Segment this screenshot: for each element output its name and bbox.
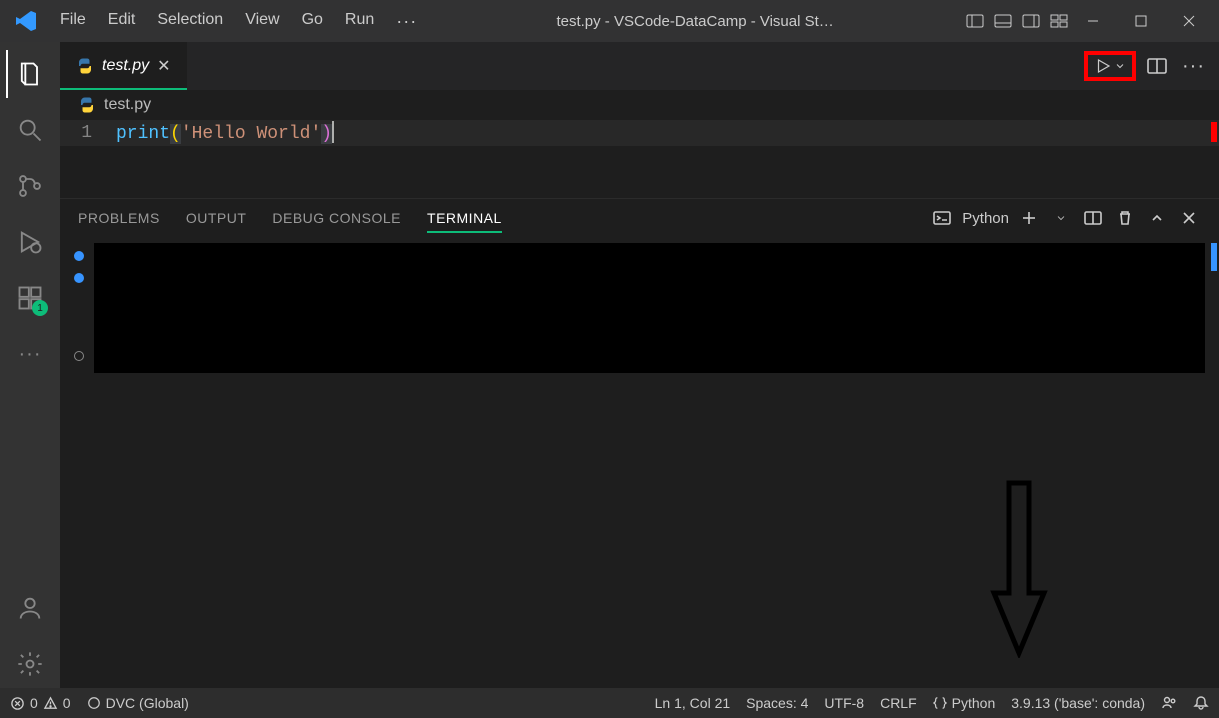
terminal-body[interactable]: [60, 237, 1219, 688]
editor-more-actions[interactable]: ···: [1178, 55, 1209, 78]
minimap-highlight: [1211, 122, 1217, 142]
panel-tab-output[interactable]: OUTPUT: [186, 204, 247, 232]
close-tab-icon[interactable]: ✕: [157, 56, 170, 76]
menu-run[interactable]: Run: [335, 5, 384, 38]
window-title: test.py - VSCode-DataCamp - Visual St…: [427, 13, 963, 30]
status-cursor-position[interactable]: Ln 1, Col 21: [655, 695, 731, 711]
task-dot-icon: [74, 251, 84, 261]
run-file-button[interactable]: [1084, 51, 1136, 81]
close-window-button[interactable]: [1167, 6, 1211, 36]
terminal-profile-icon[interactable]: [930, 206, 954, 230]
editor-group: test.py ✕ ··· test.py 1 print('Hello Wor…: [60, 42, 1219, 688]
tab-label: test.py: [102, 57, 149, 75]
braces-icon: [933, 696, 947, 710]
titlebar: File Edit Selection View Go Run ··· test…: [0, 0, 1219, 42]
play-icon: [1094, 57, 1112, 75]
menu-edit[interactable]: Edit: [98, 5, 146, 38]
split-editor-icon[interactable]: [1142, 51, 1172, 81]
task-dot-hollow-icon: [74, 351, 84, 361]
menu-file[interactable]: File: [50, 5, 96, 38]
layout-controls: [963, 9, 1071, 33]
code-content[interactable]: print('Hello World'): [116, 122, 334, 144]
line-number: 1: [60, 123, 116, 143]
task-dot-icon: [74, 273, 84, 283]
settings-gear-icon[interactable]: [6, 640, 54, 688]
status-feedback-icon[interactable]: [1161, 695, 1177, 711]
status-encoding[interactable]: UTF-8: [824, 695, 864, 711]
activity-search[interactable]: [6, 106, 54, 154]
new-terminal-button[interactable]: [1017, 206, 1041, 230]
menu-view[interactable]: View: [235, 5, 289, 38]
menu-selection[interactable]: Selection: [147, 5, 233, 38]
activity-bar: 1 ···: [0, 42, 60, 688]
annotation-arrow-icon: [989, 478, 1049, 658]
chevron-down-icon: [1114, 60, 1126, 72]
close-panel-icon[interactable]: [1177, 206, 1201, 230]
maximize-panel-icon[interactable]: [1145, 206, 1169, 230]
menu-go[interactable]: Go: [292, 5, 333, 38]
status-errors[interactable]: 0 0: [10, 695, 71, 711]
cursor: [332, 121, 334, 143]
layout-grid-icon[interactable]: [1047, 9, 1071, 33]
status-eol[interactable]: CRLF: [880, 695, 917, 711]
code-editor[interactable]: 1 print('Hello World'): [60, 120, 1219, 198]
minimize-button[interactable]: [1071, 6, 1115, 36]
error-icon: [10, 696, 25, 711]
panel-tab-problems[interactable]: PROBLEMS: [78, 204, 160, 232]
status-bar: 0 0 DVC (Global) Ln 1, Col 21 Spaces: 4 …: [0, 688, 1219, 718]
layout-bottom-icon[interactable]: [991, 9, 1015, 33]
python-file-icon: [78, 96, 96, 114]
maximize-button[interactable]: [1119, 6, 1163, 36]
layout-right-icon[interactable]: [1019, 9, 1043, 33]
menu-overflow[interactable]: ···: [386, 5, 427, 38]
status-dvc[interactable]: DVC (Global): [87, 695, 189, 711]
python-file-icon: [76, 57, 94, 75]
status-interpreter[interactable]: 3.9.13 ('base': conda): [1011, 695, 1145, 711]
code-line[interactable]: 1 print('Hello World'): [60, 120, 1219, 146]
layout-left-icon[interactable]: [963, 9, 987, 33]
status-language[interactable]: Python: [933, 695, 996, 711]
editor-tabs: test.py ✕ ···: [60, 42, 1219, 90]
panel-tabs: PROBLEMS OUTPUT DEBUG CONSOLE TERMINAL P…: [60, 199, 1219, 237]
status-bell-icon[interactable]: [1193, 695, 1209, 711]
menu-bar: File Edit Selection View Go Run ···: [50, 5, 427, 38]
accounts-button[interactable]: [6, 584, 54, 632]
panel-tab-debug-console[interactable]: DEBUG CONSOLE: [272, 204, 401, 232]
terminal-dropdown-icon[interactable]: [1049, 206, 1073, 230]
activity-overflow[interactable]: ···: [6, 330, 54, 378]
status-indent[interactable]: Spaces: 4: [746, 695, 808, 711]
panel-tab-terminal[interactable]: TERMINAL: [427, 204, 502, 232]
warning-icon: [43, 696, 58, 711]
circle-icon: [87, 696, 101, 710]
extensions-badge: 1: [32, 300, 48, 316]
split-terminal-icon[interactable]: [1081, 206, 1105, 230]
bottom-panel: PROBLEMS OUTPUT DEBUG CONSOLE TERMINAL P…: [60, 198, 1219, 688]
terminal-scrollbar[interactable]: [1211, 243, 1217, 271]
breadcrumb-file: test.py: [104, 96, 151, 114]
activity-extensions[interactable]: 1: [6, 274, 54, 322]
activity-explorer[interactable]: [6, 50, 54, 98]
breadcrumb[interactable]: test.py: [60, 90, 1219, 120]
terminal-task-indicators: [74, 251, 84, 361]
kill-terminal-icon[interactable]: [1113, 206, 1137, 230]
terminal-profile-label[interactable]: Python: [962, 210, 1009, 227]
activity-source-control[interactable]: [6, 162, 54, 210]
vscode-logo-icon: [12, 7, 40, 35]
activity-run-debug[interactable]: [6, 218, 54, 266]
window-controls: [1071, 6, 1211, 36]
terminal-output[interactable]: [94, 243, 1205, 373]
tab-test-py[interactable]: test.py ✕: [60, 42, 187, 90]
